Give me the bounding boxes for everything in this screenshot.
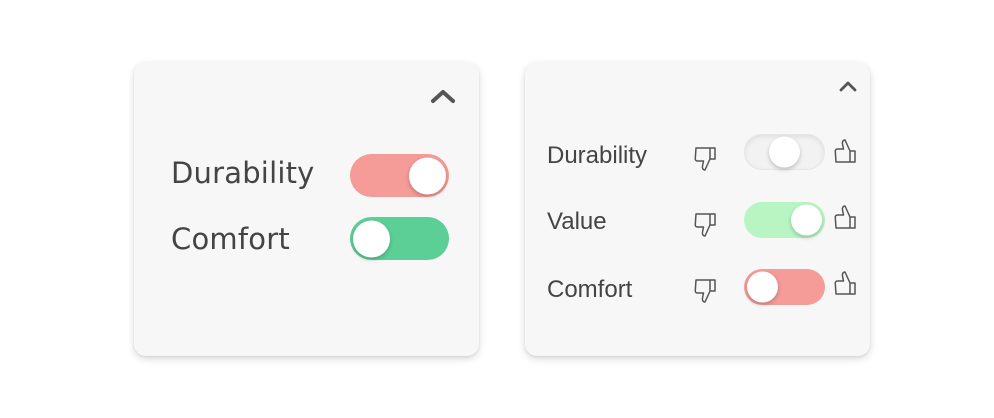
toggle-knob [769, 136, 800, 168]
value-label: Value [547, 208, 607, 235]
thumbs-down-icon[interactable] [693, 276, 719, 304]
thumbs-up-icon[interactable] [833, 138, 859, 166]
thumbs-up-icon[interactable] [833, 270, 859, 298]
thumbs-up-icon[interactable] [833, 204, 859, 232]
value-toggle[interactable] [744, 202, 825, 238]
rating-panel-simple: Durability Comfort [134, 62, 479, 356]
thumbs-down-icon[interactable] [693, 210, 719, 238]
stage: Durability Comfort Durability Value Comf… [0, 0, 994, 418]
rating-panel-thumbs: Durability Value Comfort [525, 62, 870, 356]
thumbs-down-icon[interactable] [693, 144, 719, 172]
toggle-knob [747, 271, 778, 303]
comfort-label: Comfort [547, 276, 633, 303]
toggle-knob [353, 220, 390, 257]
comfort-label: Comfort [171, 222, 290, 256]
toggle-knob [409, 157, 446, 194]
chevron-up-icon[interactable] [839, 80, 857, 92]
chevron-up-icon[interactable] [430, 88, 456, 104]
durability-label: Durability [547, 142, 648, 169]
toggle-knob [791, 204, 822, 236]
comfort-toggle[interactable] [350, 217, 449, 260]
durability-toggle[interactable] [350, 154, 449, 197]
durability-toggle[interactable] [744, 134, 825, 170]
durability-label: Durability [171, 156, 315, 190]
comfort-toggle[interactable] [744, 269, 825, 305]
